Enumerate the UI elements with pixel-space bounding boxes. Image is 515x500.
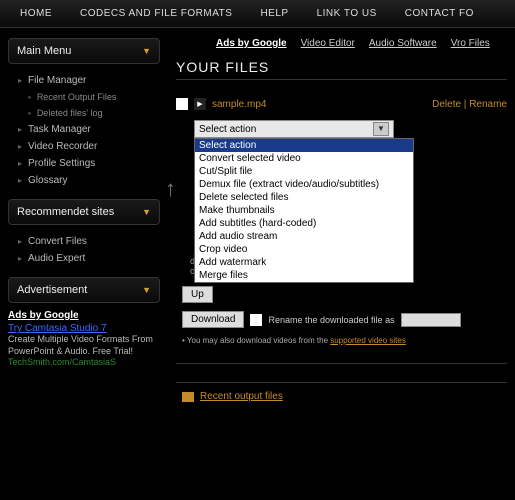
sidebar-item-audio-expert[interactable]: Audio Expert — [10, 250, 160, 267]
page-title: YOUR FILES — [176, 59, 507, 80]
top-nav: HOME CODECS AND FILE FORMATS HELP LINK T… — [0, 0, 515, 28]
option-subtitles[interactable]: Add subtitles (hard-coded) — [195, 217, 413, 230]
option-delete[interactable]: Delete selected files — [195, 191, 413, 204]
nav-help[interactable]: HELP — [246, 8, 302, 19]
option-watermark[interactable]: Add watermark — [195, 256, 413, 269]
option-crop[interactable]: Crop video — [195, 243, 413, 256]
action-select[interactable]: Select action ▼ — [194, 120, 394, 138]
file-name[interactable]: sample.mp4 — [212, 99, 266, 110]
upload-button[interactable]: Up — [182, 286, 213, 303]
select-value: Select action — [199, 124, 256, 135]
advertisement-title: Advertisement — [17, 284, 87, 296]
ad-link-video-editor[interactable]: Video Editor — [301, 38, 355, 49]
option-select-action[interactable]: Select action — [195, 139, 413, 152]
recommended-title: Recommendet sites — [17, 206, 114, 218]
ads-by-google-label: Ads by Google — [8, 310, 79, 321]
recommended-header[interactable]: Recommendet sites ▼ — [8, 199, 160, 225]
dropdown-button-icon[interactable]: ▼ — [373, 122, 389, 136]
sidebar-item-recent-output[interactable]: Recent Output Files — [10, 89, 160, 105]
chevron-down-icon: ▼ — [142, 46, 151, 56]
sidebar-item-profile-settings[interactable]: Profile Settings — [10, 155, 160, 172]
rename-link[interactable]: Rename — [469, 99, 507, 110]
nav-contact[interactable]: CONTACT FO — [391, 8, 488, 19]
rename-checkbox[interactable] — [250, 314, 262, 326]
sidebar-item-task-manager[interactable]: Task Manager — [10, 121, 160, 138]
ad-body: Create Multiple Video Formats From Power… — [8, 334, 160, 357]
tip-text: You may also download videos from the — [187, 336, 330, 345]
recent-output-link[interactable]: Recent output files — [200, 391, 283, 402]
ad-title-link[interactable]: Try Camtasia Studio 7 — [8, 323, 160, 334]
nav-codecs[interactable]: CODECS AND FILE FORMATS — [66, 8, 246, 19]
sidebar-item-deleted-log[interactable]: Deleted files' log — [10, 105, 160, 121]
advertisement-header[interactable]: Advertisement ▼ — [8, 277, 160, 303]
sidebar-item-file-manager[interactable]: File Manager — [10, 72, 160, 89]
sidebar: Main Menu ▼ File Manager Recent Output F… — [0, 28, 168, 412]
download-button[interactable]: Download — [182, 311, 244, 328]
sidebar-item-convert-files[interactable]: Convert Files — [10, 233, 160, 250]
supported-sites-link[interactable]: supported video sites — [330, 336, 406, 345]
play-icon[interactable]: ▶ — [194, 98, 206, 110]
option-audio-stream[interactable]: Add audio stream — [195, 230, 413, 243]
option-cut-split[interactable]: Cut/Split file — [195, 165, 413, 178]
separator — [176, 382, 507, 383]
ad-url[interactable]: TechSmith.com/CamtasiaS — [8, 357, 160, 367]
option-merge[interactable]: Merge files — [195, 269, 413, 282]
up-arrow-icon: ↑ — [165, 176, 176, 202]
ad-link-audio-software[interactable]: Audio Software — [369, 38, 437, 49]
separator — [176, 363, 507, 364]
action-dropdown: Select action Convert selected video Cut… — [194, 138, 414, 283]
sidebar-item-glossary[interactable]: Glossary — [10, 172, 160, 189]
ads-label: Ads by Google — [216, 38, 287, 49]
main-menu-header[interactable]: Main Menu ▼ — [8, 38, 160, 64]
option-thumbnails[interactable]: Make thumbnails — [195, 204, 413, 217]
main-content: Ads by Google Video Editor Audio Softwar… — [168, 28, 515, 412]
chevron-down-icon: ▼ — [142, 207, 151, 217]
rename-input[interactable] — [401, 313, 461, 327]
nav-home[interactable]: HOME — [6, 8, 66, 19]
sidebar-item-video-recorder[interactable]: Video Recorder — [10, 138, 160, 155]
rename-label: Rename the downloaded file as — [268, 315, 394, 325]
nav-link[interactable]: LINK TO US — [303, 8, 391, 19]
file-checkbox[interactable] — [176, 98, 188, 110]
option-convert[interactable]: Convert selected video — [195, 152, 413, 165]
main-menu-title: Main Menu — [17, 45, 71, 57]
delete-link[interactable]: Delete — [432, 99, 461, 110]
chevron-down-icon: ▼ — [142, 285, 151, 295]
option-demux[interactable]: Demux file (extract video/audio/subtitle… — [195, 178, 413, 191]
ad-link-vro-files[interactable]: Vro Files — [451, 38, 490, 49]
folder-icon — [182, 392, 194, 402]
